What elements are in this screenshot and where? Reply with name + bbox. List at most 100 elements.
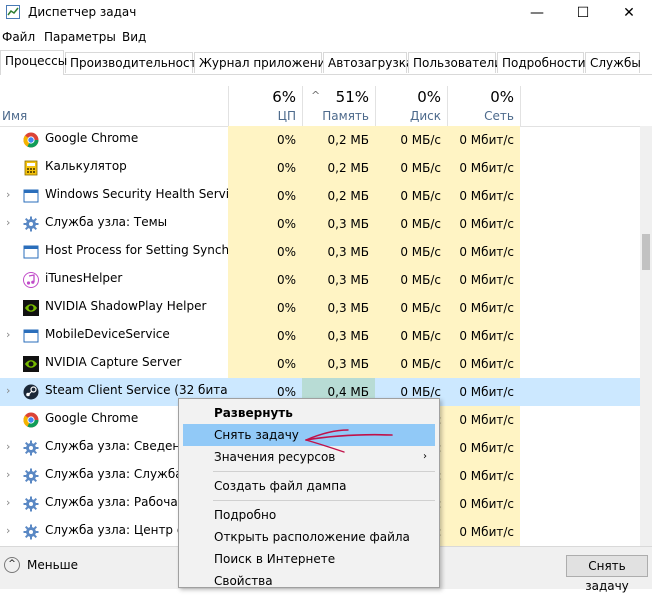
chevron-right-icon[interactable]: › — [6, 328, 10, 341]
disk-value: 0 МБ/с — [375, 126, 447, 154]
network-value: 0 Мбит/с — [447, 210, 520, 238]
tab-services[interactable]: Службы — [585, 52, 641, 73]
context-menu-item[interactable]: Поиск в Интернете — [183, 548, 435, 570]
cpu-value: 0% — [228, 238, 302, 266]
nvidia-icon — [23, 300, 39, 316]
context-menu-item[interactable]: Подробно — [183, 504, 435, 526]
scrollbar-thumb[interactable] — [642, 234, 650, 270]
context-menu-item[interactable]: Открыть расположение файла — [183, 526, 435, 548]
tab-app-history[interactable]: Журнал приложений — [194, 52, 333, 73]
memory-value: 0,3 МБ — [302, 266, 375, 294]
table-row[interactable]: Host Process for Setting Synchr... 0% 0,3 … — [0, 238, 640, 266]
network-value: 0 Мбит/с — [447, 434, 520, 462]
column-header: Имя ^ 6% ЦП 51% Память 0% Диск 0% Сеть — [0, 86, 640, 127]
cpu-value: 0% — [228, 350, 302, 378]
memory-value: 0,3 МБ — [302, 238, 375, 266]
chevron-right-icon: › — [423, 451, 427, 462]
context-menu-item[interactable]: Создать файл дампа — [183, 475, 435, 497]
gear-icon — [23, 524, 39, 540]
context-menu-item[interactable]: Развернуть — [183, 402, 435, 424]
tab-details[interactable]: Подробности — [497, 52, 586, 73]
close-button[interactable]: ✕ — [606, 0, 652, 26]
network-value: 0 Мбит/с — [447, 266, 520, 294]
minimize-button[interactable]: — — [514, 0, 560, 26]
column-disk[interactable]: 0% Диск — [375, 86, 447, 126]
chevron-right-icon[interactable]: › — [6, 524, 10, 537]
cpu-value: 0% — [228, 182, 302, 210]
column-name[interactable]: Имя — [2, 109, 27, 123]
chevron-right-icon[interactable]: › — [6, 188, 10, 201]
process-name: Google Chrome — [45, 131, 139, 145]
gear-icon — [23, 468, 39, 484]
menu-file[interactable]: Файл — [2, 30, 35, 44]
cpu-total: 6% — [272, 88, 296, 106]
maximize-button[interactable]: ☐ — [560, 0, 606, 26]
memory-value: 0,3 МБ — [302, 294, 375, 322]
cpu-value: 0% — [228, 266, 302, 294]
tab-users[interactable]: Пользователи — [408, 52, 502, 73]
memory-value: 0,2 МБ — [302, 126, 375, 154]
column-network[interactable]: 0% Сеть — [447, 86, 520, 126]
chevron-up-icon[interactable]: ^ — [4, 557, 20, 573]
memory-value: 0,3 МБ — [302, 210, 375, 238]
table-row[interactable]: Калькулятор 0% 0,2 МБ 0 МБ/с 0 Мбит/с — [0, 154, 640, 182]
menu-item-label: Создать файл дампа — [214, 479, 347, 493]
chevron-right-icon[interactable]: › — [6, 440, 10, 453]
table-row[interactable]: NVIDIA Capture Server 0% 0,3 МБ 0 МБ/с 0 Мби… — [0, 350, 640, 378]
gear-icon — [23, 496, 39, 512]
process-name: Windows Security Health Service — [45, 187, 244, 201]
tab-startup[interactable]: Автозагрузка — [323, 52, 413, 73]
disk-value: 0 МБ/с — [375, 266, 447, 294]
chevron-right-icon[interactable]: › — [6, 216, 10, 229]
disk-label: Диск — [409, 109, 441, 123]
process-name: NVIDIA ShadowPlay Helper — [45, 299, 207, 313]
process-name: Служба узла: Темы — [45, 215, 168, 229]
vertical-scrollbar[interactable] — [640, 126, 652, 546]
memory-total: 51% — [335, 88, 369, 106]
disk-value: 0 МБ/с — [375, 210, 447, 238]
process-name: Служба узла: Служба ге — [45, 467, 201, 481]
network-value: 0 Мбит/с — [447, 462, 520, 490]
memory-value: 0,2 МБ — [302, 154, 375, 182]
menu-item-label: Подробно — [214, 508, 277, 522]
column-separator — [302, 86, 303, 126]
menu-options[interactable]: Параметры — [44, 30, 116, 44]
network-value: 0 Мбит/с — [447, 350, 520, 378]
table-row[interactable]: iTunesHelper 0% 0,3 МБ 0 МБ/с 0 Мбит/с — [0, 266, 640, 294]
tab-performance[interactable]: Производительность — [65, 52, 204, 73]
task-manager-icon — [6, 5, 20, 19]
cpu-value: 0% — [228, 154, 302, 182]
table-row[interactable]: › Служба узла: Темы 0% 0,3 МБ 0 МБ/с 0 Мбит/с — [0, 210, 640, 238]
column-separator — [520, 86, 521, 126]
menu-item-label: Снять задачу — [214, 428, 299, 442]
menu-view[interactable]: Вид — [122, 30, 146, 44]
table-row[interactable]: › MobileDeviceService 0% 0,3 МБ 0 МБ/с 0 Мбит… — [0, 322, 640, 350]
chevron-right-icon[interactable]: › — [6, 384, 10, 397]
chrome-icon — [23, 412, 39, 428]
network-value: 0 Мбит/с — [447, 518, 520, 546]
network-total: 0% — [490, 88, 514, 106]
disk-total: 0% — [417, 88, 441, 106]
end-task-button[interactable]: Снять задачу — [566, 555, 648, 593]
table-row[interactable]: › Windows Security Health Service 0% 0,2 МБ… — [0, 182, 640, 210]
network-value: 0 Мбит/с — [447, 238, 520, 266]
window-title: Диспетчер задач — [28, 5, 137, 19]
tab-processes[interactable]: Процессы — [0, 50, 67, 75]
chevron-right-icon[interactable]: › — [6, 496, 10, 509]
disk-value: 0 МБ/с — [375, 350, 447, 378]
process-name: Калькулятор — [45, 159, 127, 173]
network-value: 0 Мбит/с — [447, 182, 520, 210]
process-name: Служба узла: Центр обе — [45, 523, 199, 537]
column-memory[interactable]: 51% Память — [302, 86, 375, 126]
column-cpu[interactable]: 6% ЦП — [228, 86, 302, 126]
chevron-right-icon[interactable]: › — [6, 468, 10, 481]
title-bar: Диспетчер задач — ☐ ✕ — [0, 0, 652, 26]
table-row[interactable]: NVIDIA ShadowPlay Helper 0% 0,3 МБ 0 МБ/с 0 … — [0, 294, 640, 322]
menu-separator — [213, 471, 435, 472]
column-separator — [228, 86, 229, 126]
context-menu-item[interactable]: Свойства — [183, 570, 435, 592]
fewer-details-link[interactable]: Меньше — [27, 558, 78, 572]
calculator-icon — [23, 160, 39, 176]
column-separator — [447, 86, 448, 126]
table-row[interactable]: Google Chrome 0% 0,2 МБ 0 МБ/с 0 Мбит/с — [0, 126, 640, 154]
